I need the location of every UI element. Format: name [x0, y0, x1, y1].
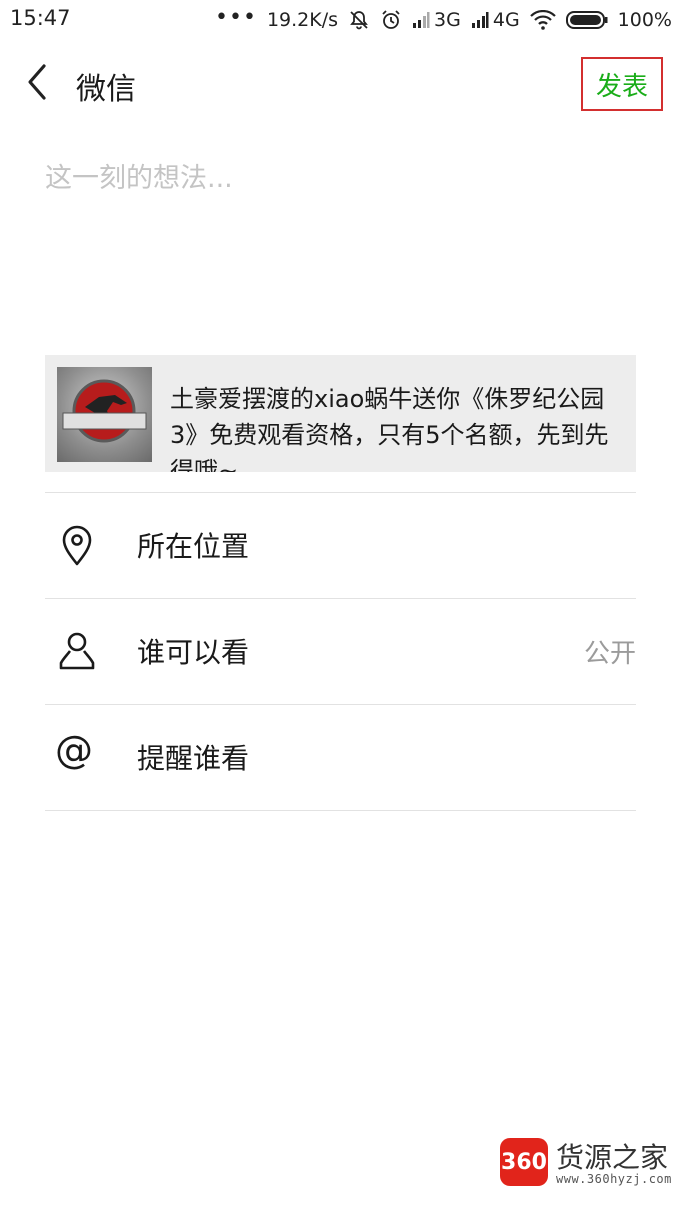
- network-speed: 19.2K/s: [266, 9, 339, 31]
- option-location[interactable]: 所在位置: [45, 493, 636, 597]
- person-icon: [57, 629, 97, 673]
- link-thumbnail: [57, 367, 152, 462]
- battery-level: 100%: [617, 9, 672, 31]
- location-pin-icon: [57, 523, 97, 567]
- alarm-icon: [380, 9, 402, 31]
- status-icons: ••• 19.2K/s 3G 4G 100%: [215, 6, 672, 34]
- thought-input[interactable]: [45, 156, 635, 316]
- watermark-url: www.360hyzj.com: [556, 1172, 672, 1186]
- at-icon: @: [55, 728, 93, 772]
- more-dots: •••: [215, 5, 257, 30]
- option-label: 提醒谁看: [137, 742, 250, 775]
- mute-bell-icon: [348, 9, 370, 31]
- watermark-logo: 360: [500, 1138, 548, 1186]
- option-mention[interactable]: @ 提醒谁看: [45, 705, 636, 809]
- battery-icon: [565, 10, 608, 30]
- link-description: 土豪爱摆渡的xiao蜗牛送你《侏罗纪公园3》免费观看资格，只有5个名额，先到先得…: [170, 385, 609, 472]
- back-arrow-icon[interactable]: [22, 62, 52, 102]
- shared-link-card[interactable]: 土豪爱摆渡的xiao蜗牛送你《侏罗纪公园3》免费观看资格，只有5个名额，先到先得…: [45, 355, 636, 472]
- publish-button-label: 发表: [595, 71, 648, 102]
- page-title: 微信: [76, 72, 136, 107]
- option-visibility[interactable]: 谁可以看 公开: [45, 599, 636, 703]
- publish-button[interactable]: 发表: [581, 57, 663, 111]
- watermark-name: 货源之家: [556, 1141, 669, 1174]
- signal-4g: 4G: [471, 9, 520, 31]
- status-bar: 15:47 ••• 19.2K/s 3G 4G 100%: [0, 0, 682, 40]
- option-label: 所在位置: [137, 530, 250, 563]
- signal-icon: [412, 11, 430, 29]
- top-nav-bar: 微信 发表: [0, 48, 682, 118]
- divider: [45, 810, 636, 811]
- wifi-icon: [529, 10, 556, 30]
- signal-3g: 3G: [412, 9, 461, 31]
- signal-icon: [471, 11, 489, 29]
- network-3g-label: 3G: [434, 9, 461, 31]
- network-4g-label: 4G: [492, 9, 520, 31]
- watermark: 360 货源之家 www.360hyzj.com: [500, 1136, 680, 1192]
- visibility-value: 公开: [583, 639, 636, 669]
- status-time: 15:47: [10, 6, 71, 30]
- option-label: 谁可以看: [137, 636, 250, 669]
